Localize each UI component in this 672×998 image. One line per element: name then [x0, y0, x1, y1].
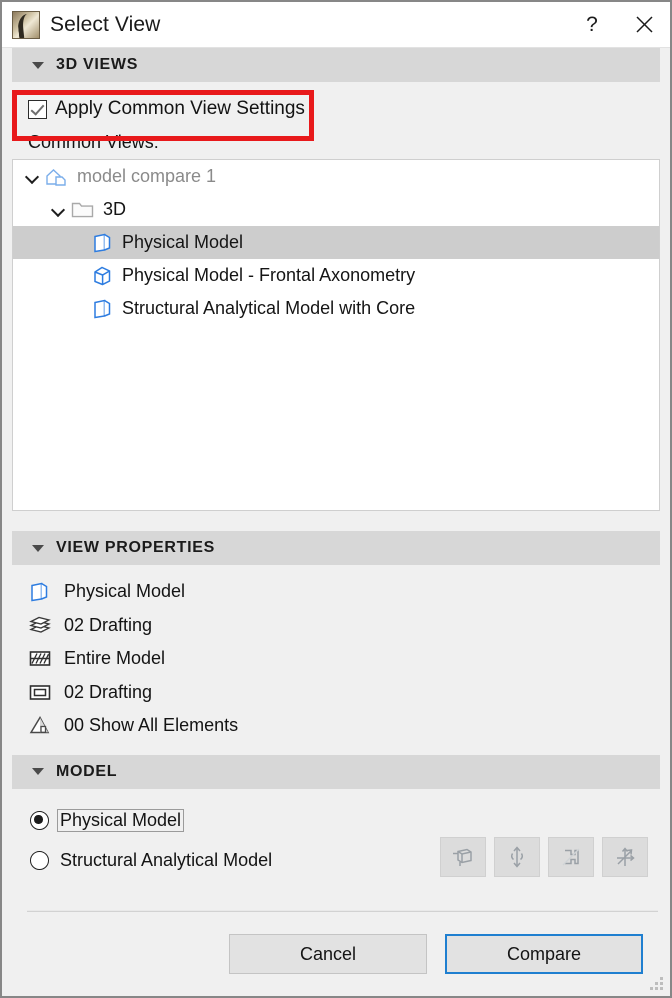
close-icon[interactable] — [618, 2, 670, 47]
section-header-model[interactable]: MODEL — [12, 754, 660, 789]
page-title: Select View — [50, 12, 161, 36]
resize-grip-icon[interactable] — [650, 977, 664, 991]
view-3d-box-icon — [91, 232, 114, 254]
compare-button[interactable]: Compare — [445, 934, 643, 974]
tree-item-label: model compare 1 — [77, 166, 217, 186]
view-property-row-model: Physical Model — [2, 575, 670, 609]
tree-item-label: Physical Model — [122, 232, 244, 252]
folder-icon — [71, 200, 95, 219]
chevron-down-icon — [32, 544, 44, 552]
view-property-label: 02 Drafting — [64, 681, 153, 702]
view-3d-box-icon — [91, 298, 114, 320]
view-property-label: 02 Drafting — [64, 614, 153, 635]
view-property-label: 00 Show All Elements — [64, 715, 239, 736]
model-view-options-icon — [28, 682, 54, 703]
structural-analytical-model-radio-label: Structural Analytical Model — [60, 850, 273, 870]
view-property-row-model-view-options: 02 Drafting — [2, 676, 670, 710]
tree-item-structural-analytical-model-with-core[interactable]: Structural Analytical Model with Core — [13, 292, 659, 325]
view-axonometry-box-icon — [91, 265, 114, 287]
tree-item-folder-3d[interactable]: 3D — [13, 193, 659, 226]
partial-structure-icon — [28, 648, 54, 669]
apply-common-view-settings-label: Apply Common View Settings — [55, 98, 305, 119]
select-view-dialog: Select View ? 3D VIEWS Apply Common View… — [0, 0, 672, 998]
chevron-expanded-icon[interactable] — [25, 169, 41, 185]
tree-item-physical-model-frontal-axonometry[interactable]: Physical Model - Frontal Axonometry — [13, 259, 659, 292]
sam-display-box-icon[interactable] — [440, 836, 486, 877]
section-title: VIEW PROPERTIES — [56, 539, 215, 556]
layers-icon — [28, 614, 54, 636]
dialog-body: 3D VIEWS Apply Common View Settings Comm… — [2, 48, 670, 996]
model-options: Physical Model Structural Analytical Mod… — [2, 789, 670, 881]
section-header-3d-views[interactable]: 3D VIEWS — [12, 48, 660, 82]
sam-vertical-arrows-icon[interactable] — [494, 836, 540, 877]
tree-item-label: Physical Model - Frontal Axonometry — [122, 265, 416, 285]
dialog-footer: Cancel Compare — [2, 910, 670, 996]
view-property-label: Physical Model — [64, 581, 186, 602]
footer-buttons: Cancel Compare — [2, 912, 670, 974]
physical-model-radio-label: Physical Model — [57, 809, 185, 832]
common-views-tree[interactable]: model compare 1 3D Physical Model Physic… — [12, 159, 660, 511]
section-title: 3D VIEWS — [56, 56, 139, 73]
physical-model-radio[interactable] — [30, 811, 49, 830]
view-property-label: Entire Model — [64, 648, 166, 669]
view-property-row-layers: 02 Drafting — [2, 609, 670, 643]
title-bar: Select View ? — [2, 2, 670, 48]
sam-axes-icon[interactable] — [602, 836, 648, 877]
model-box-icon — [28, 581, 54, 603]
project-house-icon — [45, 167, 69, 187]
view-properties-list: Physical Model 02 Drafting Entire Model … — [2, 575, 670, 743]
apply-common-view-settings-row[interactable]: Apply Common View Settings — [28, 94, 670, 124]
view-property-row-renovation-filter: 00 Show All Elements — [2, 709, 670, 743]
structural-model-toolbar — [440, 836, 648, 877]
cancel-button[interactable]: Cancel — [229, 934, 427, 974]
chevron-expanded-icon[interactable] — [51, 202, 67, 218]
tree-item-project-root[interactable]: model compare 1 — [13, 160, 659, 193]
radio-row-physical-model[interactable]: Physical Model — [2, 801, 670, 841]
tree-item-physical-model[interactable]: Physical Model — [13, 226, 659, 259]
common-views-label: Common Views: — [28, 132, 159, 152]
tree-item-label: Structural Analytical Model with Core — [122, 298, 416, 318]
section-header-view-properties[interactable]: VIEW PROPERTIES — [12, 531, 660, 565]
help-button[interactable]: ? — [566, 2, 618, 47]
tree-item-label: 3D — [103, 199, 127, 219]
apply-common-view-settings-checkbox[interactable] — [28, 99, 47, 119]
title-bar-buttons: ? — [566, 2, 670, 47]
renovation-filter-icon — [28, 715, 54, 736]
view-property-row-partial-structure: Entire Model — [2, 642, 670, 676]
chevron-down-icon — [32, 61, 44, 69]
chevron-down-icon — [32, 768, 44, 775]
section-title: MODEL — [56, 762, 118, 780]
sam-profile-icon[interactable] — [548, 836, 594, 877]
structural-analytical-model-radio[interactable] — [30, 851, 49, 870]
archicad-logo-icon — [12, 10, 40, 39]
